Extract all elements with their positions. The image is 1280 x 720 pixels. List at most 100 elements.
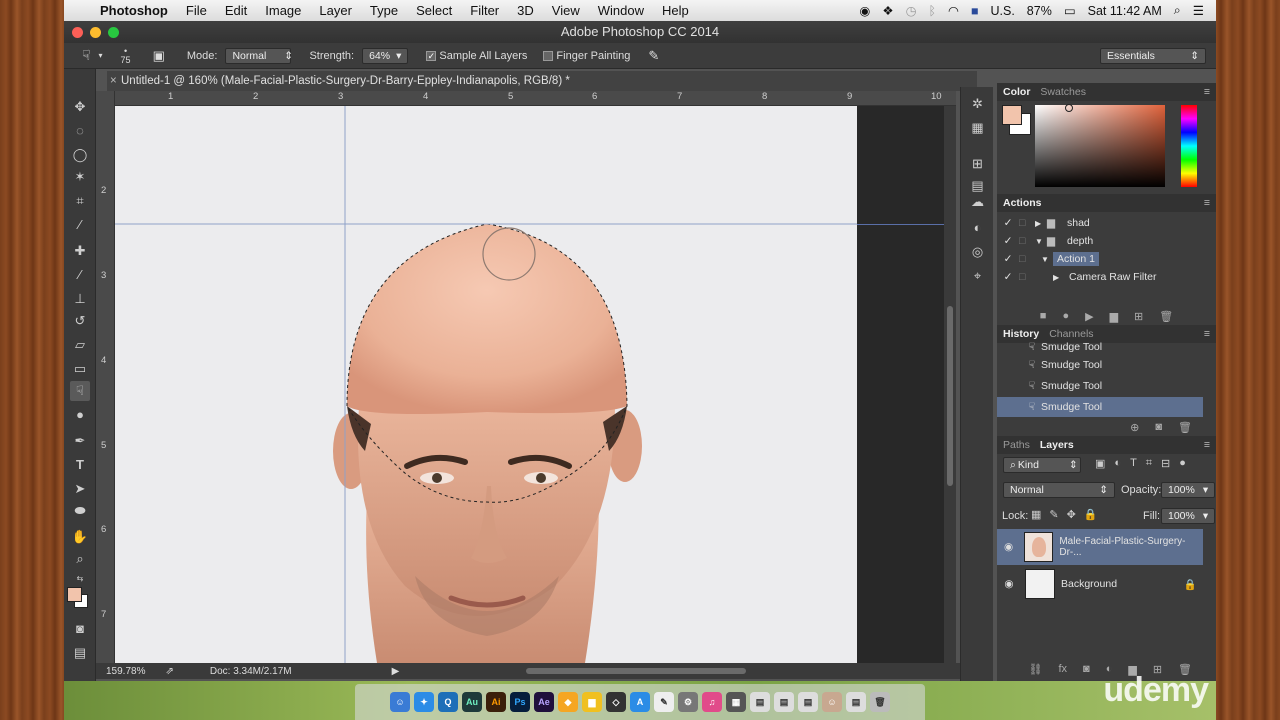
bluetooth-icon[interactable]: ᛒ [928,4,936,18]
finger-painting-checkbox[interactable]: Finger Painting [543,50,630,62]
smudge-tool-icon[interactable]: ☟ [82,47,91,64]
new-action-icon[interactable]: ⊞ [1134,310,1143,323]
clone-source-icon[interactable]: ⊞ [969,155,986,172]
layer-name[interactable]: Background [1061,578,1117,590]
brush-settings-icon[interactable]: ✲ [969,95,986,112]
menu-layer[interactable]: Layer [310,3,361,18]
image-file-icon[interactable]: ☺ [822,692,842,712]
flag-icon[interactable]: ■ [971,4,979,18]
crop-tool-icon[interactable]: ⌗ [70,191,90,211]
shape-filter-icon[interactable]: ⌗ [1146,457,1152,470]
panel-menu-icon[interactable]: ≡ [1204,328,1216,340]
menu-view[interactable]: View [543,3,589,18]
history-brush-tool-icon[interactable]: ↺ [70,311,90,331]
sketch-icon[interactable]: ◆ [558,692,578,712]
sample-all-layers-checkbox[interactable]: ✓ Sample All Layers [426,50,527,62]
vertical-scrollbar[interactable] [944,106,956,663]
dialog-toggle-icon[interactable]: □ [1019,271,1035,283]
dialog-toggle-icon[interactable]: □ [1019,253,1035,265]
ellipse-tool-icon[interactable]: ⬬ [70,501,90,521]
horizontal-ruler[interactable]: 1 2 3 4 5 6 7 8 9 10 [115,91,956,106]
record-action-icon[interactable]: ● [1062,310,1069,322]
opacity-input[interactable]: 100% ▾ [1161,482,1216,498]
tool-preset-chevron-icon[interactable]: ▾ [99,51,103,60]
move-tool-icon[interactable]: ✥ [70,97,90,117]
brush-size[interactable]: • 75 [121,46,131,65]
healing-brush-tool-icon[interactable]: ✚ [70,241,90,261]
clone-stamp-tool-icon[interactable]: ⊥ [70,289,90,309]
hue-slider[interactable] [1181,105,1197,187]
stop-icon[interactable]: ■ [1040,310,1047,322]
layer-row-selected[interactable]: ◉ Male-Facial-Plastic-Surgery-Dr-... [997,529,1203,565]
tab-channels[interactable]: Channels [1049,328,1093,340]
menu-3d[interactable]: 3D [508,3,543,18]
brush-tool-icon[interactable]: ∕ [70,265,90,285]
input-source[interactable]: U.S. [990,4,1014,18]
history-row[interactable]: ☟ Smudge Tool [997,376,1203,396]
lock-pixels-icon[interactable]: ✎ [1049,508,1058,521]
quick-mask-icon[interactable]: ◙ [70,619,90,639]
menu-image[interactable]: Image [256,3,310,18]
menu-filter[interactable]: Filter [461,3,508,18]
zoom-level[interactable]: 159.78% [106,666,145,677]
document-workspace[interactable] [115,106,956,667]
toggle-check-icon[interactable]: ✓ [997,217,1019,229]
toggle-check-icon[interactable]: ✓ [997,253,1019,265]
collapse-arrow-icon[interactable]: ▼ [1035,255,1053,264]
action-row[interactable]: ✓ □ ▼ ▆ depth [997,231,1203,251]
smart-object-filter-icon[interactable]: ⊟ [1161,457,1170,470]
minimize-window-button[interactable] [90,27,101,38]
link-layers-icon[interactable]: ⛓ [1029,663,1043,676]
path-selection-tool-icon[interactable]: ➤ [70,479,90,499]
expand-arrow-icon[interactable]: ▶ [1035,219,1047,228]
add-mask-icon[interactable]: ◙ [1083,663,1090,675]
panel-menu-icon[interactable]: ≡ [1204,439,1216,451]
menu-edit[interactable]: Edit [216,3,256,18]
tab-history[interactable]: History [1003,328,1039,340]
quick-selection-tool-icon[interactable]: ✶ [70,167,90,187]
status-menu-arrow-icon[interactable]: ▶ [392,666,400,677]
toggle-check-icon[interactable]: ✓ [997,271,1019,283]
app-store-icon[interactable]: A [630,692,650,712]
tab-paths[interactable]: Paths [1003,439,1030,451]
history-row[interactable]: ☟ Smudge Tool [997,341,1203,353]
marquee-tool-icon[interactable]: ◌ [70,121,90,141]
fill-input[interactable]: 100% ▾ [1161,508,1216,524]
new-set-icon[interactable]: ▆ [1110,310,1118,323]
clock[interactable]: Sat 11:42 AM [1088,4,1162,18]
menu-type[interactable]: Type [361,3,407,18]
folder-app-icon[interactable]: ▆ [582,692,602,712]
navigator-icon[interactable]: ⌖ [969,267,986,284]
dropbox-icon[interactable]: ❖ [882,3,893,18]
snapshot-camera-icon[interactable]: ◙ [1155,421,1162,433]
illustrator-icon[interactable]: Ai [486,692,506,712]
character-icon[interactable]: ▤ [969,177,986,194]
properties-icon[interactable]: ◎ [969,243,986,260]
app-menu[interactable]: Photoshop [91,3,177,18]
action-row[interactable]: ✓ □ ▶ ▆ shad [997,213,1203,233]
eraser-tool-icon[interactable]: ▱ [70,335,90,355]
menu-window[interactable]: Window [589,3,653,18]
pen-tool-icon[interactable]: ✒ [70,431,90,451]
delete-icon[interactable]: 🗑 [1159,310,1173,323]
pixel-filter-icon[interactable]: ▣ [1095,457,1105,470]
battery-percent[interactable]: 87% [1027,4,1052,18]
swap-colors-icon[interactable]: ⇆ [70,569,90,589]
menu-file[interactable]: File [177,3,216,18]
filter-toggle-icon[interactable]: ● [1179,457,1186,470]
lock-position-icon[interactable]: ✥ [1067,508,1076,521]
finder-icon[interactable]: ☺ [390,692,410,712]
workspace-select[interactable]: Essentials ⇕ [1100,47,1206,64]
document-icon[interactable]: ▤ [798,692,818,712]
textedit-icon[interactable]: ✎ [654,692,674,712]
zoom-tool-icon[interactable]: ⌕ [70,549,90,569]
vertical-scroll-thumb[interactable] [947,306,953,486]
expand-arrow-icon[interactable]: ▶ [1035,273,1065,282]
trash-icon[interactable]: 🗑 [870,692,890,712]
document-icon[interactable]: ▤ [750,692,770,712]
history-row-selected[interactable]: ☟ Smudge Tool [997,397,1203,417]
vertical-ruler[interactable]: 2 3 4 5 6 7 [96,91,115,667]
dodge-tool-icon[interactable]: ● [70,405,90,425]
info-icon[interactable]: ☁ [969,193,986,210]
kind-filter-select[interactable]: ⌕ Kind ⇕ [1003,457,1081,473]
